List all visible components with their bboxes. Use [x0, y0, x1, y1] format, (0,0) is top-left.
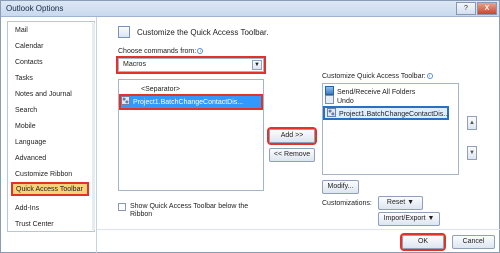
chevron-down-icon: ▼	[427, 215, 435, 222]
info-icon: i	[426, 73, 433, 80]
quick-access-toolbar-icon	[118, 26, 130, 38]
remove-button[interactable]: << Remove	[269, 148, 315, 162]
nav-item-notes-and-journal[interactable]: Notes and Journal	[13, 88, 89, 102]
send-receive-icon	[325, 86, 334, 95]
page-header: Customize the Quick Access Toolbar.	[137, 28, 269, 37]
cancel-button[interactable]: Cancel	[452, 235, 495, 249]
nav-item-quick-access-toolbar[interactable]: Quick Access Toolbar	[11, 182, 89, 196]
list-item-undo-label: Undo	[337, 98, 354, 105]
import-export-button-label: Import/Export	[383, 215, 426, 222]
nav-item-add-ins[interactable]: Add-Ins	[13, 202, 89, 216]
list-item-macro-label: Project1.BatchChangeContactDis...	[133, 99, 244, 106]
nav-item-trust-center[interactable]: Trust Center	[13, 218, 89, 232]
show-below-ribbon-checkbox[interactable]	[118, 203, 126, 211]
modify-button[interactable]: Modify...	[322, 180, 359, 194]
ok-button[interactable]: OK	[402, 235, 444, 249]
nav-divider	[96, 17, 97, 253]
footer-divider	[97, 229, 500, 230]
move-down-button[interactable]: ▼	[467, 146, 477, 160]
list-item-macro-added-label: Project1.BatchChangeContactDis...	[339, 111, 450, 118]
list-item-macro[interactable]: Project1.BatchChangeContactDis...	[119, 94, 263, 110]
nav-item-contacts[interactable]: Contacts	[13, 56, 89, 70]
show-below-ribbon-label: Show Quick Access Toolbar below the Ribb…	[130, 203, 249, 218]
nav-item-mobile[interactable]: Mobile	[13, 120, 89, 134]
outlook-options-window: Outlook Options ? X Mail Calendar Contac…	[0, 0, 500, 253]
title-bar: Outlook Options ? X	[1, 1, 499, 17]
list-item-macro-added[interactable]: Project1.BatchChangeContactDis...	[323, 106, 449, 120]
undo-icon	[325, 95, 334, 104]
customize-toolbar-label-text: Customize Quick Access Toolbar:	[322, 73, 426, 80]
reset-button-label: Reset	[386, 199, 406, 206]
macro-icon	[327, 108, 336, 117]
nav-item-language[interactable]: Language	[13, 136, 89, 150]
toolbar-items-list[interactable]: Send/Receive All Folders Undo Project1.B…	[322, 83, 459, 175]
chevron-down-icon: ▼	[407, 199, 415, 206]
add-button[interactable]: Add >>	[269, 129, 315, 143]
move-up-button[interactable]: ▲	[467, 116, 477, 130]
nav-item-calendar[interactable]: Calendar	[13, 40, 89, 54]
customizations-label: Customizations:	[322, 200, 372, 207]
list-item-separator[interactable]: <Separator>	[141, 84, 180, 96]
nav-item-customize-ribbon[interactable]: Customize Ribbon	[13, 168, 89, 182]
customize-toolbar-label: Customize Quick Access Toolbar: i	[322, 73, 433, 80]
reset-button[interactable]: Reset ▼	[378, 196, 423, 210]
choose-commands-value: Macros	[123, 61, 146, 68]
import-export-button[interactable]: Import/Export ▼	[378, 212, 440, 226]
nav-item-mail[interactable]: Mail	[13, 24, 89, 38]
commands-list[interactable]: <Separator> Project1.BatchChangeContactD…	[118, 79, 264, 191]
choose-commands-label: Choose commands from: i	[118, 48, 204, 55]
help-button[interactable]: ?	[456, 2, 476, 15]
options-nav: Mail Calendar Contacts Tasks Notes and J…	[7, 21, 95, 232]
nav-item-advanced[interactable]: Advanced	[13, 152, 89, 166]
chevron-down-icon: ▼	[252, 60, 262, 70]
nav-item-search[interactable]: Search	[13, 104, 89, 118]
info-icon: i	[197, 48, 204, 55]
choose-commands-label-text: Choose commands from:	[118, 48, 197, 55]
nav-item-tasks[interactable]: Tasks	[13, 72, 89, 86]
close-button[interactable]: X	[477, 2, 497, 15]
window-title: Outlook Options	[6, 4, 64, 13]
nav-scrollbar[interactable]	[92, 23, 95, 230]
choose-commands-dropdown[interactable]: Macros ▼	[116, 56, 266, 74]
macro-icon	[121, 96, 130, 105]
